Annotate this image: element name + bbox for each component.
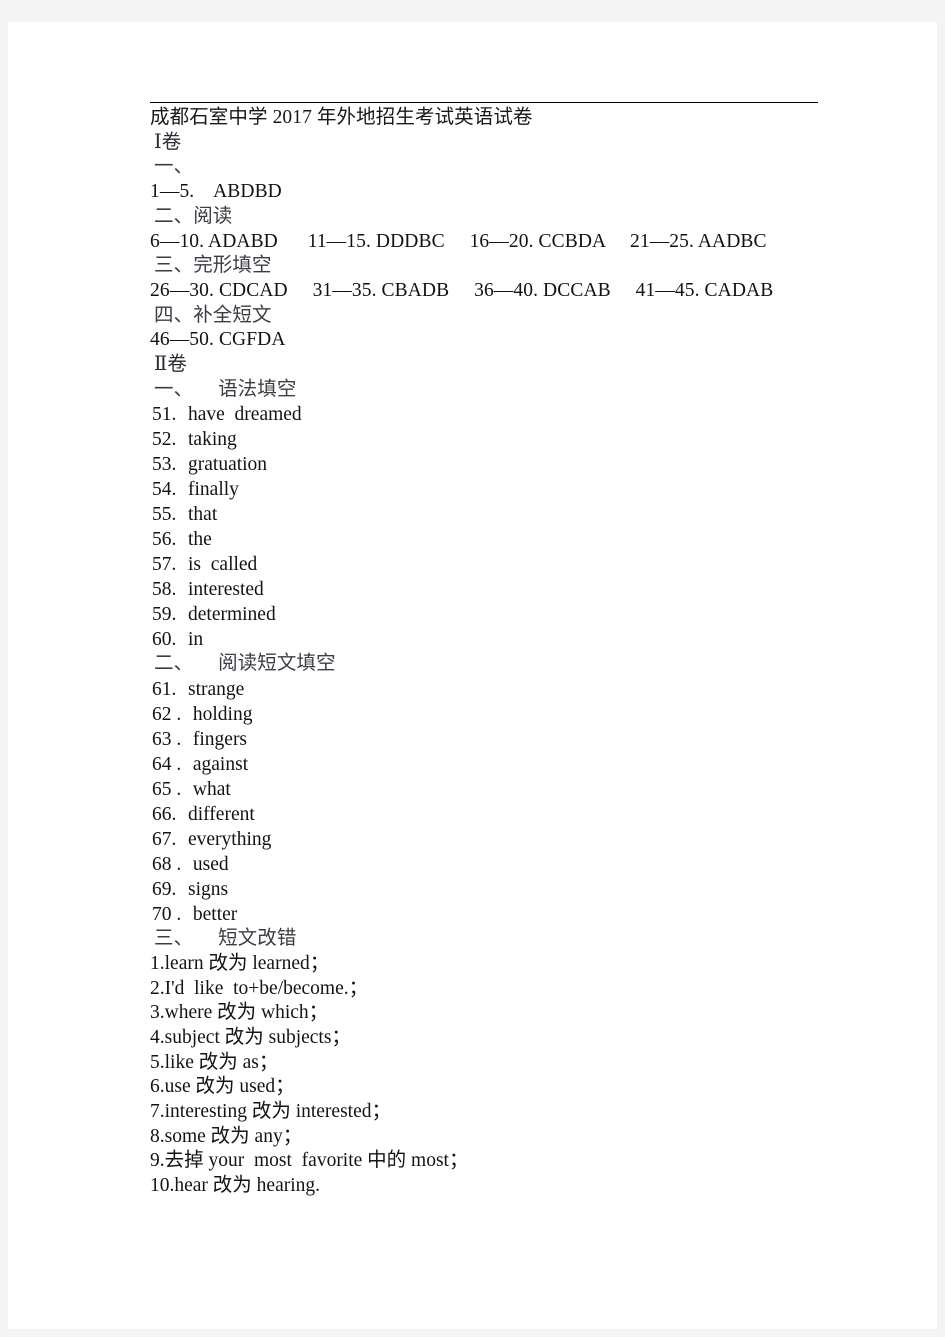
document-content: 成都石室中学 2017 年外地招生考试英语试卷 Ⅰ卷 一、 1—5. ABDBD… <box>148 102 848 1199</box>
list-item: 64 . against <box>152 752 848 777</box>
correction-item: 2.I'd like to+be/become.； <box>150 977 369 999</box>
list-item: 65 . what <box>152 777 848 802</box>
list-item: 61. strange <box>152 677 848 702</box>
item-index: 59. <box>152 604 177 626</box>
correction-item: 1.learn 改为 learned； <box>150 952 330 974</box>
item-answer: gratuation <box>188 454 268 476</box>
section-heading-4: 四、补全短文 <box>154 304 272 326</box>
section-heading-2: 二、阅读 <box>154 205 233 227</box>
correction-item: 9.去掉 your most favorite 中的 most； <box>150 1150 469 1172</box>
correction-item: 6.use 改为 used； <box>150 1076 295 1098</box>
item-index: 69. <box>152 879 177 901</box>
item-answer: better <box>188 904 238 926</box>
item-answer: in <box>188 629 204 651</box>
item-answer: fingers <box>188 729 248 751</box>
list-item: 66. different <box>152 802 848 827</box>
answer-row-4: 46—50. CGFDA <box>150 329 286 351</box>
item-answer: what <box>188 779 231 801</box>
list-item: 60. in <box>152 627 848 652</box>
paper-one-label: Ⅰ卷 <box>154 131 182 153</box>
item-index: 67. <box>152 829 177 851</box>
item-answer: is called <box>188 554 258 576</box>
item-answer: taking <box>188 429 237 451</box>
correction-item: 7.interesting 改为 interested； <box>150 1101 391 1123</box>
item-index: 53. <box>152 454 177 476</box>
list-item: 63 . fingers <box>152 727 848 752</box>
item-index: 66. <box>152 804 177 826</box>
item-index: 56. <box>152 529 177 551</box>
list-item: 55. that <box>152 502 848 527</box>
list-item: 56. the <box>152 527 848 552</box>
list-item: 62 . holding <box>152 702 848 727</box>
item-answer: against <box>188 754 249 776</box>
list-item: 53. gratuation <box>152 452 848 477</box>
item-index: 57. <box>152 554 177 576</box>
item-answer: determined <box>188 604 276 626</box>
list-item: 54. finally <box>152 477 848 502</box>
item-answer: interested <box>188 579 264 601</box>
item-answer: strange <box>188 679 245 701</box>
document-page: 成都石室中学 2017 年外地招生考试英语试卷 Ⅰ卷 一、 1—5. ABDBD… <box>8 22 937 1329</box>
paper-two-label: Ⅱ卷 <box>154 354 187 376</box>
item-index: 54. <box>152 479 177 501</box>
list-item: 70 . better <box>152 902 848 927</box>
answer-row-3: 26—30. CDCAD 31—35. CBADB 36—40. DCCAB 4… <box>150 279 774 301</box>
answer-row-1: 1—5. ABDBD <box>150 181 282 203</box>
page-title: 成都石室中学 2017 年外地招生考试英语试卷 <box>150 107 533 128</box>
correction-item: 3.where 改为 which； <box>150 1002 329 1024</box>
header-rule <box>150 102 818 103</box>
item-answer: that <box>188 504 218 526</box>
item-answer: have dreamed <box>188 404 302 426</box>
list-item: 58. interested <box>152 577 848 602</box>
item-index: 65 . <box>152 779 182 801</box>
list-item: 68 . used <box>152 852 848 877</box>
section-heading-1: 一、 <box>154 156 194 178</box>
list-item: 57. is called <box>152 552 848 577</box>
correction-item: 5.like 改为 as； <box>150 1051 279 1073</box>
list-item: 52. taking <box>152 427 848 452</box>
item-answer: finally <box>188 479 239 501</box>
item-index: 63 . <box>152 729 182 751</box>
item-answer: used <box>188 854 229 876</box>
section-heading-3: 三、完形填空 <box>154 255 272 277</box>
item-index: 51. <box>152 404 177 426</box>
item-index: 62 . <box>152 704 182 726</box>
list-item: 59. determined <box>152 602 848 627</box>
correction-item: 10.hear 改为 hearing. <box>150 1175 321 1197</box>
item-index: 64 . <box>152 754 182 776</box>
list-item: 69. signs <box>152 877 848 902</box>
item-answer: holding <box>188 704 253 726</box>
list-item: 67. everything <box>152 827 848 852</box>
list-item: 51. have dreamed <box>152 402 848 427</box>
error-correction-heading: 三、 短文改错 <box>154 928 297 950</box>
item-answer: signs <box>188 879 229 901</box>
item-answer: everything <box>188 829 272 851</box>
item-index: 52. <box>152 429 177 451</box>
item-index: 60. <box>152 629 177 651</box>
item-answer: different <box>188 804 255 826</box>
item-index: 68 . <box>152 854 182 876</box>
grammar-fill-heading: 一、 语法填空 <box>154 378 297 400</box>
item-answer: the <box>188 529 212 551</box>
correction-item: 8.some 改为 any； <box>150 1125 303 1147</box>
item-index: 70 . <box>152 904 182 926</box>
item-index: 58. <box>152 579 177 601</box>
correction-item: 4.subject 改为 subjects； <box>150 1026 351 1048</box>
item-index: 55. <box>152 504 177 526</box>
reading-fill-heading: 二、 阅读短文填空 <box>154 653 336 675</box>
item-index: 61. <box>152 679 177 701</box>
answer-row-2: 6—10. ADABD 11—15. DDDBC 16—20. CCBDA 21… <box>150 230 767 252</box>
